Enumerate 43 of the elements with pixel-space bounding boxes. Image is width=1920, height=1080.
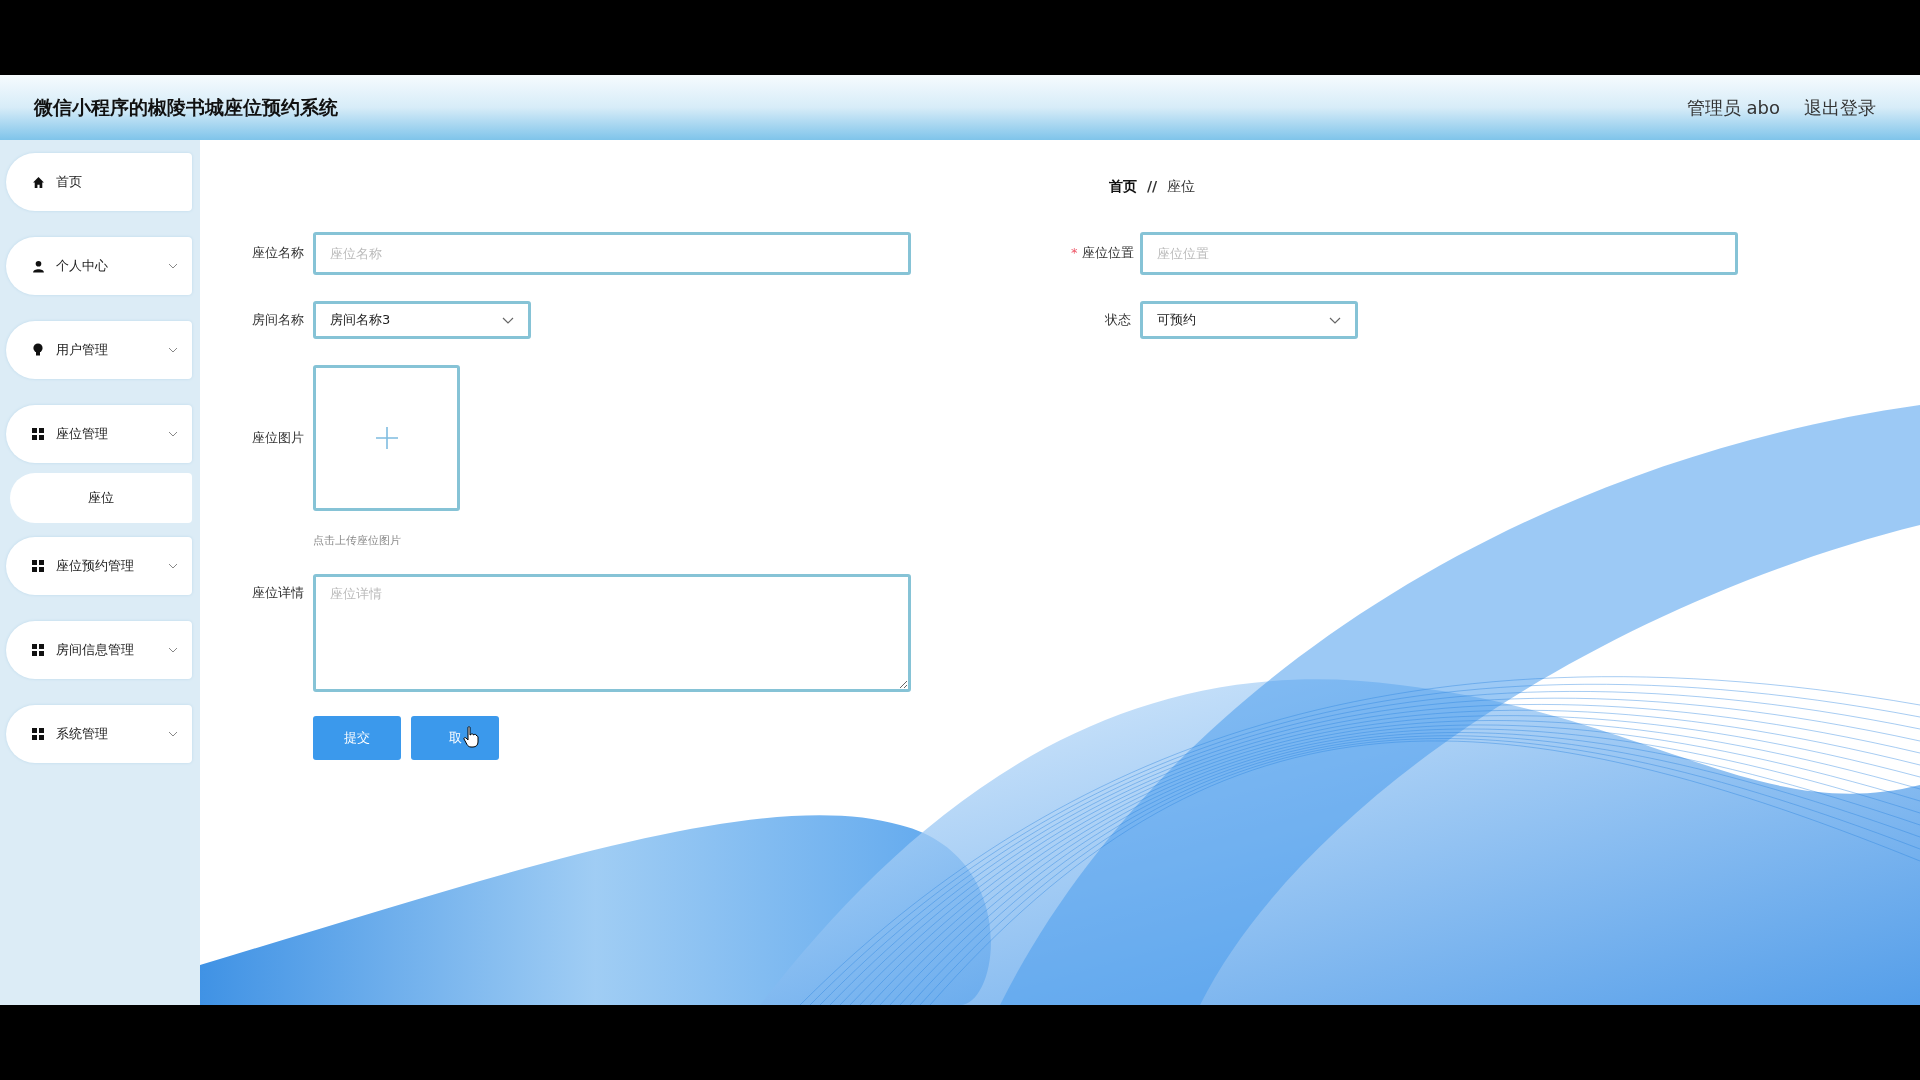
hand-cursor-icon — [463, 726, 479, 748]
breadcrumb-item: 座位 — [1167, 178, 1196, 196]
sidebar-item[interactable]: 首页 — [6, 153, 192, 211]
system-title: 微信小程序的椒陵书城座位预约系统 — [34, 94, 338, 120]
chevron-down-icon — [1329, 316, 1341, 324]
bulb-icon — [32, 343, 44, 357]
grid-icon — [32, 644, 44, 656]
image-upload-box[interactable] — [313, 365, 460, 511]
select-dropdown[interactable]: 房间名称3 — [313, 301, 531, 339]
grid-icon — [32, 560, 44, 572]
breadcrumb-separator: // — [1146, 178, 1158, 196]
home-icon — [32, 175, 45, 189]
person-icon — [32, 259, 45, 273]
sidebar-item[interactable]: 个人中心 — [6, 237, 192, 295]
field-label: 座位图片 — [251, 429, 304, 447]
logout-link[interactable]: 退出登录 — [1804, 95, 1876, 120]
chevron-down-icon — [168, 347, 178, 353]
sidebar-item[interactable]: 用户管理 — [6, 321, 192, 379]
sidebar-item[interactable]: 座位管理 — [6, 405, 192, 463]
admin-user-label: 管理员 abo — [1686, 95, 1780, 120]
grid-icon — [32, 428, 44, 440]
chevron-down-icon — [168, 731, 178, 737]
chevron-down-icon — [502, 316, 514, 324]
field-label: 房间名称 — [251, 311, 304, 329]
upload-hint: 点击上传座位图片 — [313, 533, 402, 548]
chevron-down-icon — [168, 431, 178, 437]
chevron-down-icon — [168, 263, 178, 269]
select-dropdown[interactable]: 可预约 — [1140, 301, 1358, 339]
grid-icon — [32, 728, 44, 740]
text-input[interactable]: 座位名称 — [313, 232, 911, 275]
sidebar-item[interactable]: 房间信息管理 — [6, 621, 192, 679]
field-label: 座位名称 — [251, 244, 304, 262]
text-input[interactable]: 座位位置 — [1140, 232, 1738, 275]
plus-icon — [374, 426, 399, 450]
breadcrumb-item[interactable]: 首页 — [1108, 178, 1137, 196]
field-label: 座位详情 — [251, 584, 304, 602]
sidebar-subitem[interactable]: 座位 — [10, 473, 192, 523]
field-label: 状态 — [1104, 311, 1131, 329]
chevron-down-icon — [168, 563, 178, 569]
textarea-input[interactable]: 座位详情 — [313, 574, 911, 692]
sidebar-item[interactable]: 系统管理 — [6, 705, 192, 763]
sidebar-item[interactable]: 座位预约管理 — [6, 537, 192, 595]
chevron-down-icon — [168, 647, 178, 653]
